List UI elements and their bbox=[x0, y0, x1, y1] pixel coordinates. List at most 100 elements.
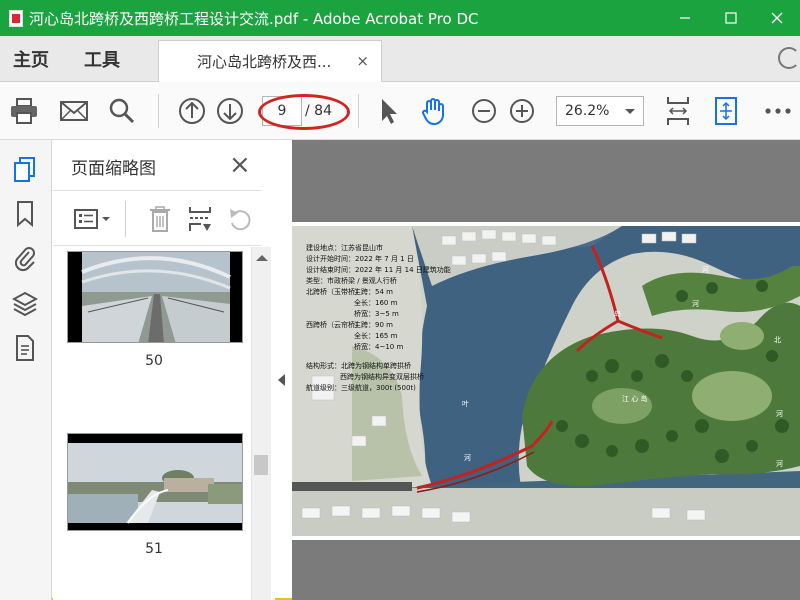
info-line: 全长：165 m bbox=[354, 331, 398, 340]
help-icon[interactable] bbox=[778, 47, 800, 69]
zoom-out-button[interactable] bbox=[468, 95, 500, 127]
info-line: 主跨：90 m bbox=[354, 320, 393, 329]
attachments-button[interactable] bbox=[12, 244, 38, 272]
tab-home[interactable]: 主页 bbox=[13, 36, 49, 82]
previous-page-button[interactable] bbox=[176, 95, 208, 127]
fit-page-button[interactable] bbox=[710, 95, 742, 127]
info-line: 主跨：54 m bbox=[354, 287, 393, 296]
bookmarks-button[interactable] bbox=[12, 200, 38, 228]
info-line: 设计结束时间：2022 年 11 月 14 日建筑功能 bbox=[306, 265, 451, 274]
close-icon bbox=[771, 12, 783, 24]
map-label: 江 心 岛 bbox=[622, 394, 647, 403]
zoom-level-select[interactable]: 26.2% bbox=[556, 96, 644, 126]
thumbnail-panel: 页面缩略图 × 50 51 bbox=[53, 140, 275, 600]
title-bar: 河心岛北跨桥及西跨桥工程设计交流.pdf - Adobe Acrobat Pro… bbox=[0, 0, 800, 36]
map-label: 河 bbox=[702, 266, 709, 274]
zoom-out-icon bbox=[472, 99, 496, 123]
tab-tools[interactable]: 工具 bbox=[84, 36, 120, 82]
map-label: 河 bbox=[776, 410, 783, 418]
collapse-panel-icon[interactable] bbox=[278, 374, 285, 386]
map-label: 河 bbox=[776, 460, 783, 468]
rotate-icon bbox=[230, 209, 251, 231]
window-title: 河心岛北跨桥及西跨桥工程设计交流.pdf - Adobe Acrobat Pro… bbox=[29, 9, 479, 28]
document-icon bbox=[16, 335, 34, 361]
email-button[interactable] bbox=[58, 95, 90, 127]
search-icon bbox=[109, 98, 135, 124]
map-label: 岛 bbox=[614, 309, 621, 318]
thumbnail-scrollbar[interactable] bbox=[251, 247, 271, 600]
close-window-button[interactable] bbox=[754, 0, 800, 36]
zoom-in-icon bbox=[510, 99, 534, 123]
minimize-icon bbox=[680, 17, 690, 19]
fit-width-icon bbox=[667, 97, 689, 125]
panel-toolbar bbox=[53, 190, 261, 246]
zoom-level-value: 26.2% bbox=[565, 103, 610, 119]
toolbar-divider bbox=[158, 94, 159, 128]
map-label: 叶 bbox=[462, 399, 469, 408]
arrow-down-circle-icon bbox=[217, 98, 243, 124]
panel-title: 页面缩略图 bbox=[71, 159, 156, 179]
cursor-arrow-icon bbox=[382, 99, 397, 124]
bridge-river-photo-image bbox=[68, 434, 242, 530]
insert-page-button[interactable] bbox=[185, 204, 215, 234]
options-menu-button[interactable] bbox=[73, 204, 113, 234]
document-tab-label: 河心岛北跨桥及西... bbox=[197, 53, 332, 71]
scroll-up-icon[interactable] bbox=[256, 255, 268, 261]
thumbnail-page-51[interactable] bbox=[67, 433, 243, 531]
next-page-button[interactable] bbox=[214, 95, 246, 127]
info-line: 航道级别：三级航道，300t (500t) bbox=[306, 383, 416, 392]
tab-document[interactable]: 河心岛北跨桥及西... × bbox=[158, 40, 382, 82]
close-tab-button[interactable]: × bbox=[356, 52, 369, 70]
info-line: 全长：160 m bbox=[354, 298, 398, 307]
minimize-button[interactable] bbox=[662, 0, 708, 36]
trash-icon bbox=[150, 206, 170, 232]
red-highlight-circle bbox=[258, 94, 350, 130]
navigation-rail bbox=[0, 140, 52, 600]
close-panel-button[interactable]: × bbox=[229, 152, 251, 178]
tab-bar: 主页 工具 河心岛北跨桥及西... × bbox=[0, 36, 800, 82]
site-plan-map: 建设地点：江苏省昆山市 设计开始时间：2022 年 7 月 1 日 设计结束时间… bbox=[292, 226, 800, 536]
map-label: 河 bbox=[464, 454, 471, 462]
thumbnail-page-50[interactable] bbox=[67, 251, 243, 343]
print-icon bbox=[11, 98, 37, 124]
more-icon bbox=[765, 108, 791, 114]
map-label: 北 bbox=[774, 336, 781, 344]
delete-page-button[interactable] bbox=[145, 204, 175, 234]
info-line: 建设地点：江苏省昆山市 bbox=[306, 243, 383, 252]
select-tool-button[interactable] bbox=[372, 95, 404, 127]
insert-page-icon bbox=[189, 207, 211, 231]
hand-icon bbox=[422, 98, 444, 126]
rotate-page-button[interactable] bbox=[225, 204, 255, 234]
zoom-in-button[interactable] bbox=[506, 95, 538, 127]
info-line: 结构形式：北跨为钢结构单跨拱桥 bbox=[306, 361, 411, 370]
bridge-photo-image bbox=[68, 252, 242, 342]
window-controls bbox=[662, 0, 800, 36]
toolbar: 9 / 84 26.2% bbox=[0, 82, 800, 140]
info-line: 桥宽：4~10 m bbox=[354, 342, 403, 351]
layers-button[interactable] bbox=[12, 290, 38, 318]
search-button[interactable] bbox=[106, 95, 138, 127]
info-line: 类型：市政桥梁 / 景观人行桥 bbox=[306, 276, 397, 285]
pdf-file-icon bbox=[9, 9, 23, 27]
more-tools-button[interactable] bbox=[762, 95, 794, 127]
document-viewer[interactable]: 建设地点：江苏省昆山市 设计开始时间：2022 年 7 月 1 日 设计结束时间… bbox=[292, 140, 800, 600]
fit-width-button[interactable] bbox=[662, 95, 694, 127]
fit-page-icon bbox=[715, 97, 737, 125]
bookmark-icon bbox=[17, 201, 33, 228]
content-button[interactable] bbox=[12, 334, 38, 362]
mail-icon bbox=[60, 101, 88, 121]
toolbar-divider bbox=[125, 201, 126, 237]
scrollbar-thumb[interactable] bbox=[254, 455, 268, 475]
arrow-up-circle-icon bbox=[179, 98, 205, 124]
page-thumbnails-button[interactable] bbox=[12, 156, 38, 184]
maximize-icon bbox=[725, 12, 737, 24]
maximize-button[interactable] bbox=[708, 0, 754, 36]
info-line: 设计开始时间：2022 年 7 月 1 日 bbox=[306, 254, 414, 263]
paperclip-icon bbox=[14, 247, 35, 272]
thumbnail-page-label: 50 bbox=[145, 353, 163, 369]
toolbar-divider bbox=[358, 94, 359, 128]
print-button[interactable] bbox=[8, 95, 40, 127]
hand-tool-button[interactable] bbox=[418, 95, 450, 127]
thumbnail-list: 50 51 bbox=[53, 247, 251, 600]
thumbnail-page-label: 51 bbox=[145, 541, 163, 557]
